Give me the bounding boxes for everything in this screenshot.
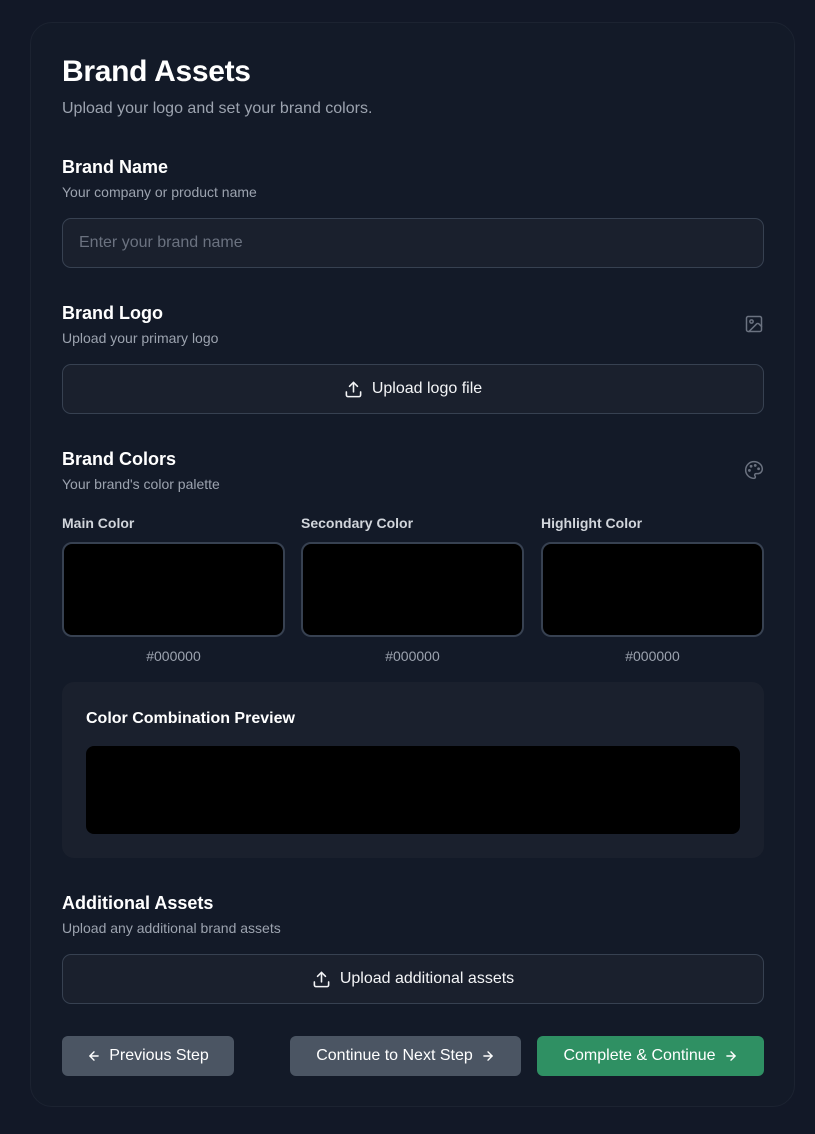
arrow-right-icon xyxy=(725,1051,736,1061)
additional-assets-title: Additional Assets xyxy=(62,893,214,913)
upload-icon xyxy=(345,381,362,397)
main-color-label: Main Color xyxy=(62,515,135,531)
secondary-color-label: Secondary Color xyxy=(301,515,414,531)
brand-colors-description: Your brand's color palette xyxy=(62,476,220,492)
previous-step-label: Previous Step xyxy=(109,1047,209,1064)
brand-logo-title: Brand Logo xyxy=(62,303,163,323)
complete-continue-label: Complete & Continue xyxy=(563,1047,716,1064)
upload-additional-assets-button[interactable]: Upload additional assets xyxy=(62,954,764,1004)
upload-additional-assets-label: Upload additional assets xyxy=(339,970,515,987)
brand-name-input[interactable] xyxy=(62,218,764,268)
page-title: Brand Assets xyxy=(62,55,251,88)
main-color-swatch[interactable] xyxy=(62,542,285,637)
upload-logo-label: Upload logo file xyxy=(371,380,483,397)
main-color-hex: #000000 xyxy=(146,648,201,664)
secondary-color-swatch[interactable] xyxy=(301,542,524,637)
arrow-right-icon xyxy=(482,1051,493,1061)
upload-icon xyxy=(313,971,330,987)
upload-logo-button[interactable]: Upload logo file xyxy=(62,364,764,414)
additional-assets-description: Upload any additional brand assets xyxy=(62,920,281,936)
next-step-label: Continue to Next Step xyxy=(316,1047,473,1064)
palette-icon xyxy=(744,460,764,480)
complete-continue-button[interactable]: Complete & Continue xyxy=(537,1036,764,1076)
brand-name-title: Brand Name xyxy=(62,157,169,177)
brand-logo-description: Upload your primary logo xyxy=(62,330,219,346)
highlight-color-swatch[interactable] xyxy=(541,542,764,637)
previous-step-button[interactable]: Previous Step xyxy=(62,1036,234,1076)
color-preview-title: Color Combination Preview xyxy=(86,710,295,727)
secondary-color-hex: #000000 xyxy=(385,648,440,664)
image-icon xyxy=(744,314,764,334)
next-step-button[interactable]: Continue to Next Step xyxy=(290,1036,521,1076)
highlight-color-label: Highlight Color xyxy=(541,515,643,531)
brand-name-description: Your company or product name xyxy=(62,184,257,200)
page-subtitle: Upload your logo and set your brand colo… xyxy=(62,100,373,117)
highlight-color-hex: #000000 xyxy=(625,648,680,664)
brand-colors-title: Brand Colors xyxy=(62,449,177,469)
arrow-left-icon xyxy=(89,1051,99,1061)
color-preview-bar xyxy=(86,746,740,834)
